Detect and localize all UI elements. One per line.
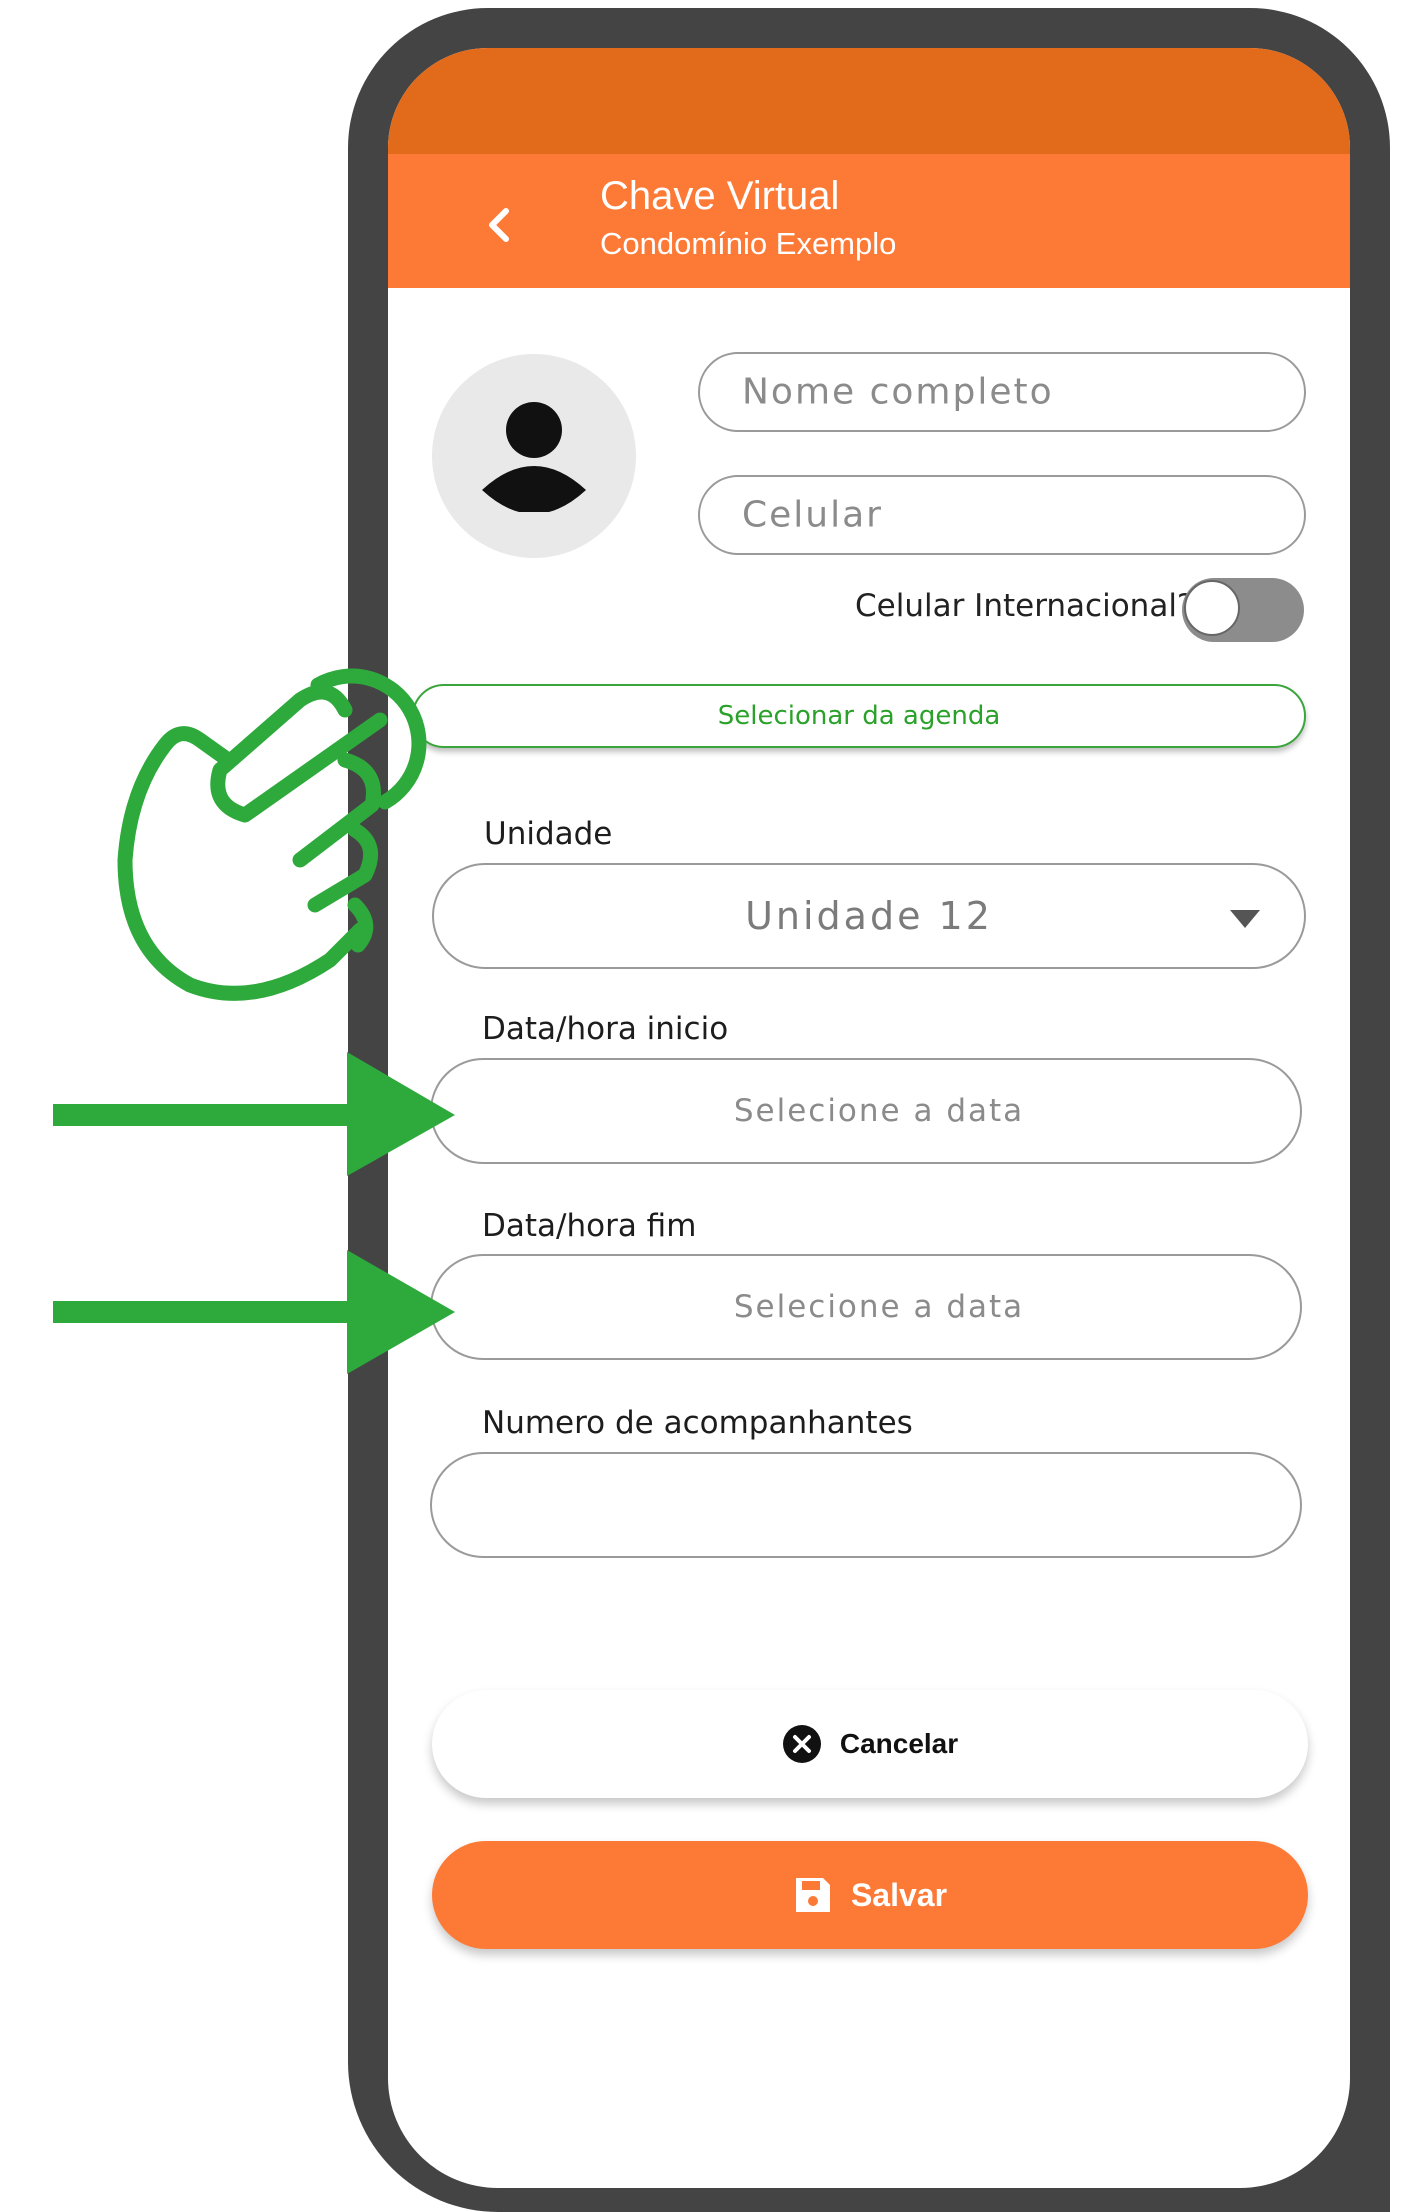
arrow-right-icon [53, 1052, 455, 1176]
arrow-right-icon [53, 1250, 455, 1374]
annotation-overlay [53, 668, 455, 1374]
tap-hand-icon [117, 668, 427, 1001]
